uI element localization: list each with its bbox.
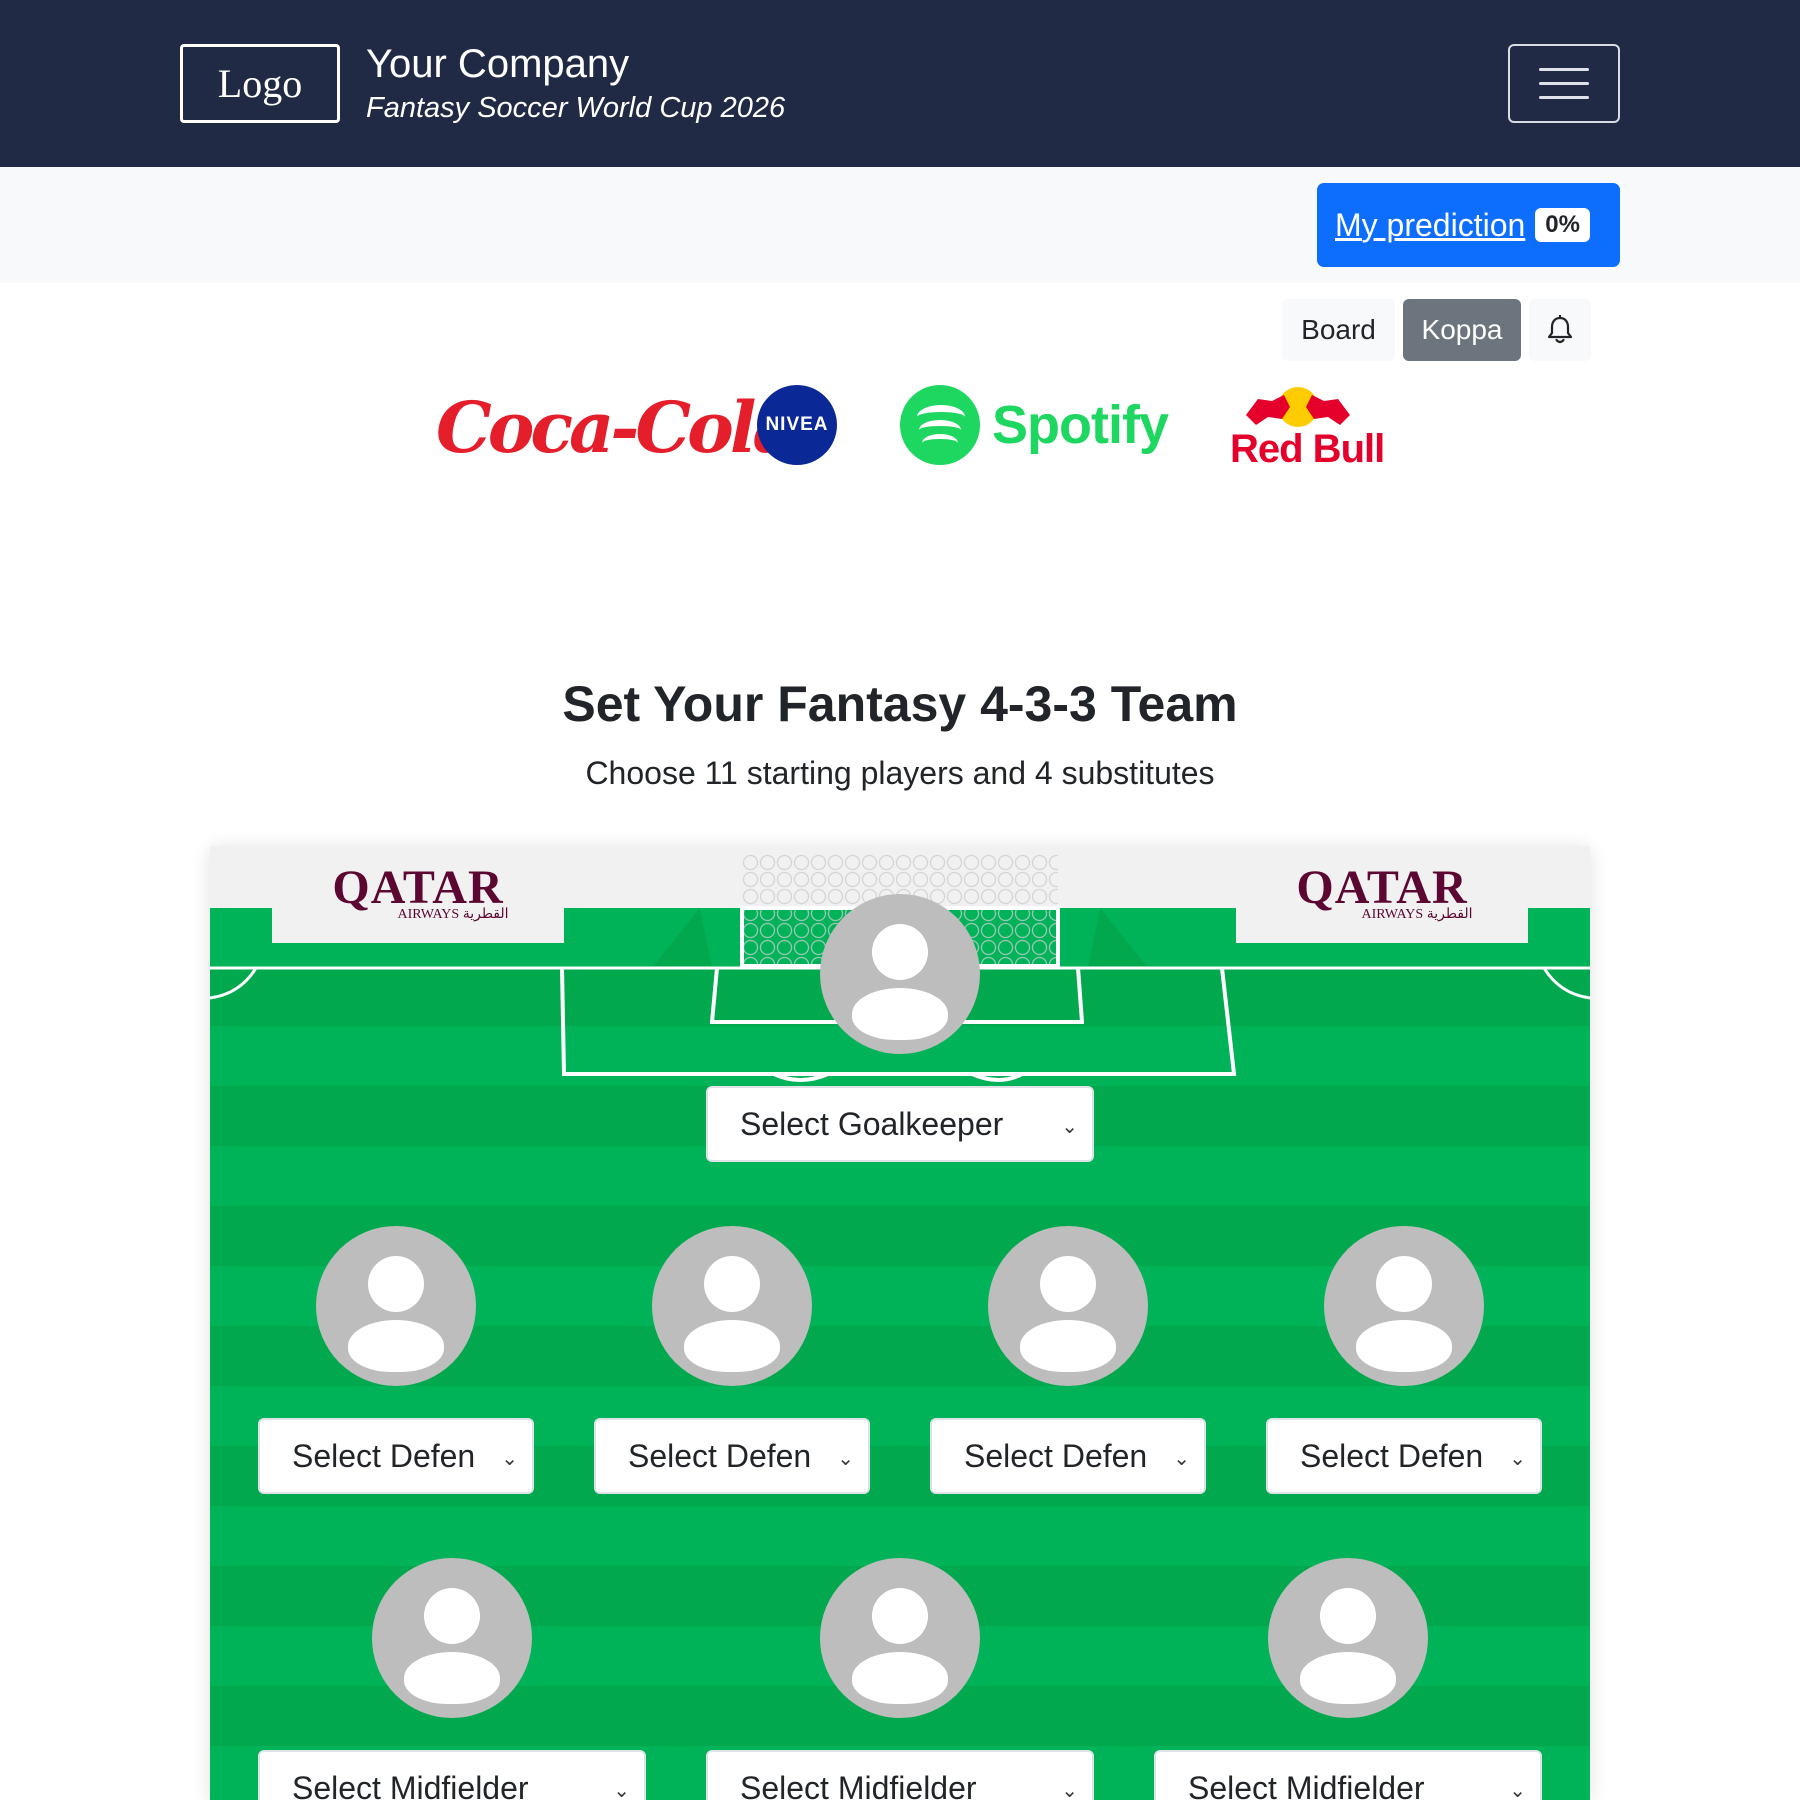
site-subtitle: Fantasy Soccer World Cup 2026 — [366, 92, 786, 124]
qatar-airways-ad-right: QATAR AIRWAYS القطرية — [1236, 846, 1528, 943]
defender-slot — [652, 1226, 812, 1386]
player-avatar-icon[interactable] — [1268, 1558, 1428, 1718]
defender-slot — [316, 1226, 476, 1386]
chevron-down-icon: ⌄ — [501, 1448, 518, 1470]
defender-slot — [988, 1226, 1148, 1386]
company-name: Your Company — [366, 42, 630, 86]
my-prediction-button[interactable]: My prediction 0% — [1317, 183, 1620, 267]
midfielder-slot — [372, 1558, 532, 1718]
chevron-down-icon: ⌄ — [1509, 1780, 1526, 1800]
chevron-down-icon: ⌄ — [1173, 1448, 1190, 1470]
prediction-progress-badge: 0% — [1535, 208, 1590, 242]
logo[interactable]: Logo — [180, 44, 340, 123]
defender-slot — [1324, 1226, 1484, 1386]
player-avatar-icon[interactable] — [820, 894, 980, 1054]
chevron-down-icon: ⌄ — [1061, 1780, 1078, 1800]
bell-icon — [1547, 315, 1573, 344]
coca-cola-logo: Coca-Cola — [436, 386, 798, 469]
midfielder-select[interactable]: Select Midfielder ⌄ — [258, 1750, 646, 1800]
player-avatar-icon[interactable] — [316, 1226, 476, 1386]
tab-board[interactable]: Board — [1282, 299, 1395, 361]
page-subtitle: Choose 11 starting players and 4 substit… — [585, 755, 1215, 791]
goalkeeper-slot — [820, 894, 980, 1054]
player-avatar-icon[interactable] — [372, 1558, 532, 1718]
defender-select[interactable]: Select Defen ⌄ — [258, 1418, 534, 1494]
player-avatar-icon[interactable] — [820, 1558, 980, 1718]
midfielder-select[interactable]: Select Midfielder ⌄ — [706, 1750, 1094, 1800]
midfielder-select[interactable]: Select Midfielder ⌄ — [1154, 1750, 1542, 1800]
hamburger-menu-icon — [1539, 68, 1589, 71]
top-navbar: Logo Your Company Fantasy Soccer World C… — [0, 0, 1800, 167]
redbull-bulls-icon — [1246, 387, 1350, 427]
nivea-logo: NIVEA — [757, 385, 837, 465]
player-avatar-icon[interactable] — [988, 1226, 1148, 1386]
tab-koppa[interactable]: Koppa — [1403, 299, 1521, 361]
nav-pills: Board Koppa — [1282, 299, 1591, 361]
menu-toggle-button[interactable] — [1508, 44, 1620, 123]
page-title: Set Your Fantasy 4-3-3 Team — [562, 676, 1238, 732]
defender-select[interactable]: Select Defen ⌄ — [930, 1418, 1206, 1494]
chevron-down-icon: ⌄ — [837, 1448, 854, 1470]
defender-select[interactable]: Select Defen ⌄ — [594, 1418, 870, 1494]
redbull-logo: Red Bull — [1228, 385, 1385, 475]
spotify-logo: Spotify — [900, 385, 1169, 465]
midfielder-slot — [1268, 1558, 1428, 1718]
chevron-down-icon: ⌄ — [613, 1780, 630, 1800]
spotify-icon — [900, 385, 980, 465]
soccer-pitch: QATAR AIRWAYS القطرية QATAR AIRWAYS القط… — [210, 846, 1590, 1800]
brand: Your Company Fantasy Soccer World Cup 20… — [366, 40, 785, 126]
notifications-button[interactable] — [1529, 299, 1591, 361]
chevron-down-icon: ⌄ — [1061, 1116, 1078, 1138]
player-avatar-icon[interactable] — [1324, 1226, 1484, 1386]
defender-select[interactable]: Select Defen ⌄ — [1266, 1418, 1542, 1494]
midfielder-slot — [820, 1558, 980, 1718]
chevron-down-icon: ⌄ — [1509, 1448, 1526, 1470]
qatar-airways-ad-left: QATAR AIRWAYS القطرية — [272, 846, 564, 943]
goalkeeper-select[interactable]: Select Goalkeeper ⌄ — [706, 1086, 1094, 1162]
my-prediction-label: My prediction — [1335, 206, 1526, 243]
player-avatar-icon[interactable] — [652, 1226, 812, 1386]
